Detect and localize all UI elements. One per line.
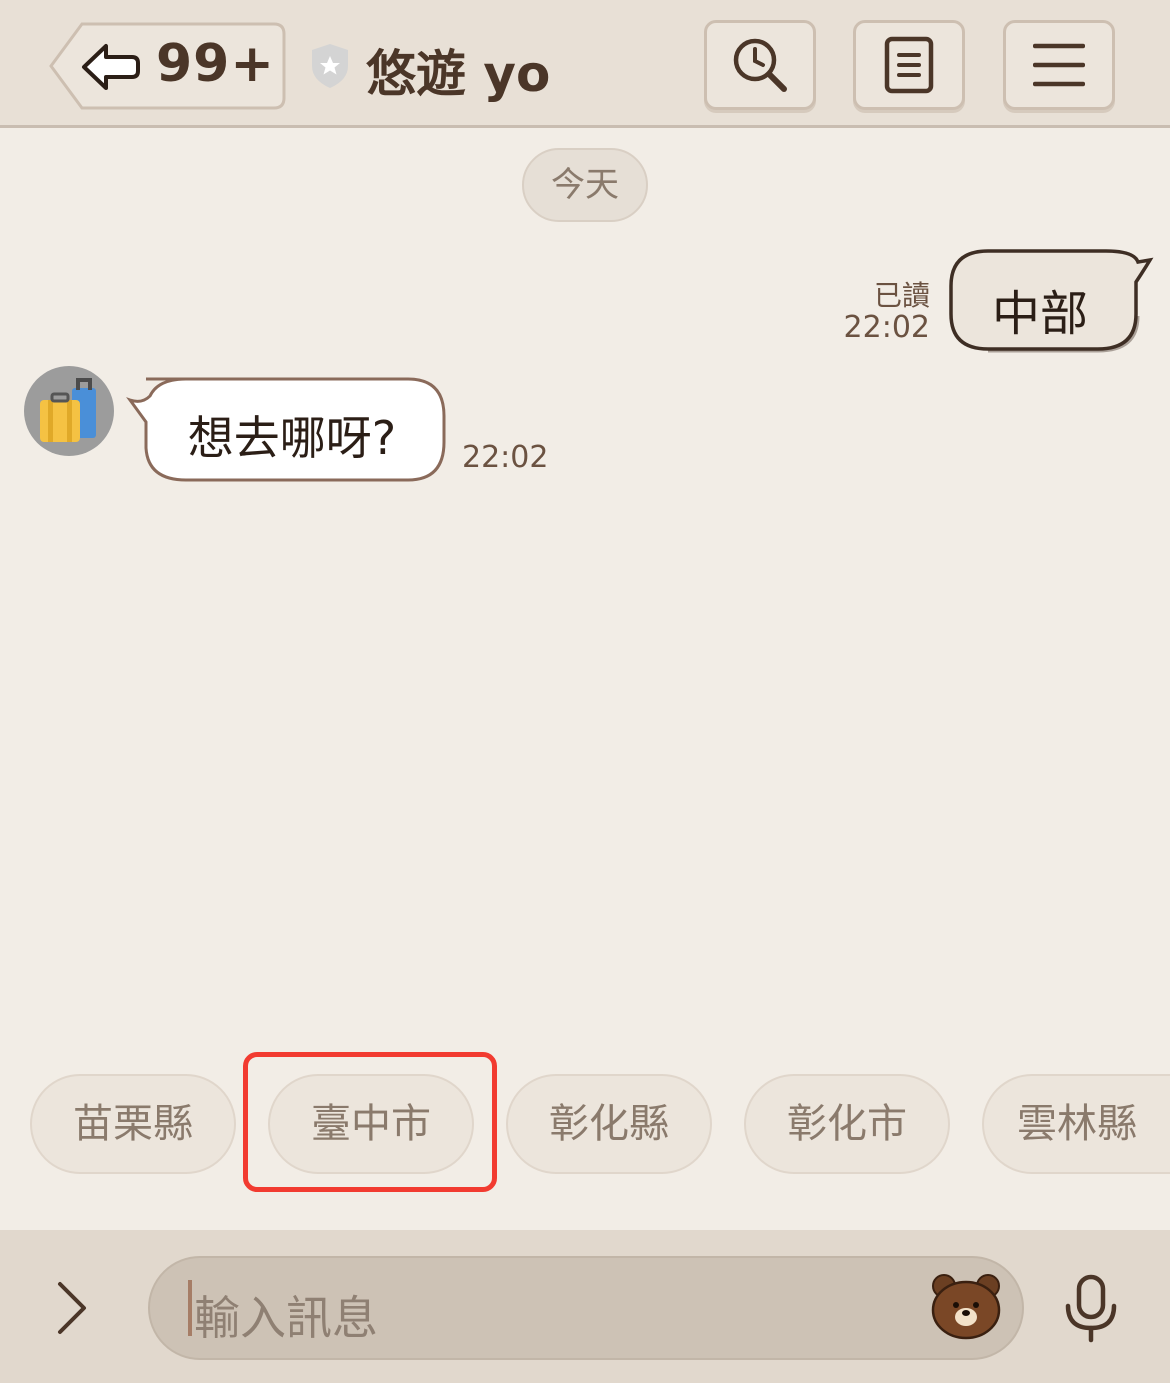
suitcase-icon bbox=[40, 378, 96, 442]
date-separator: 今天 bbox=[522, 148, 648, 222]
quick-reply-button[interactable]: 彰化市 bbox=[744, 1074, 950, 1174]
message-time: 22:02 bbox=[462, 440, 549, 475]
bot-avatar[interactable] bbox=[24, 366, 114, 456]
microphone-icon[interactable] bbox=[1062, 1274, 1120, 1344]
notes-icon bbox=[884, 36, 934, 94]
chat-header: 99+ 悠遊 yo bbox=[0, 0, 1170, 128]
search-clock-icon bbox=[733, 38, 787, 92]
chevron-right-icon[interactable] bbox=[52, 1280, 92, 1336]
shield-star-icon bbox=[312, 44, 348, 88]
text-caret bbox=[188, 1280, 192, 1336]
quick-reply-button[interactable]: 彰化縣 bbox=[506, 1074, 712, 1174]
sent-message-text[interactable]: 中部 bbox=[948, 274, 1132, 344]
quick-reply-button[interactable]: 苗栗縣 bbox=[30, 1074, 236, 1174]
read-status: 已讀 bbox=[873, 279, 930, 312]
bear-sticker-icon[interactable] bbox=[930, 1272, 1002, 1340]
unread-count: 99+ bbox=[156, 34, 275, 94]
menu-button[interactable] bbox=[1003, 20, 1115, 110]
message-input-placeholder: 輸入訊息 bbox=[194, 1291, 378, 1345]
received-message-text[interactable]: 想去哪呀? bbox=[146, 402, 438, 468]
notes-button[interactable] bbox=[853, 20, 965, 110]
back-arrow-icon bbox=[82, 44, 140, 90]
menu-icon bbox=[1033, 43, 1085, 87]
highlight-box bbox=[243, 1052, 497, 1192]
quick-reply-button[interactable]: 雲林縣 bbox=[982, 1074, 1170, 1174]
search-button[interactable] bbox=[704, 20, 816, 110]
chat-title[interactable]: 悠遊 yo bbox=[366, 34, 550, 106]
message-time: 22:02 bbox=[843, 310, 930, 345]
